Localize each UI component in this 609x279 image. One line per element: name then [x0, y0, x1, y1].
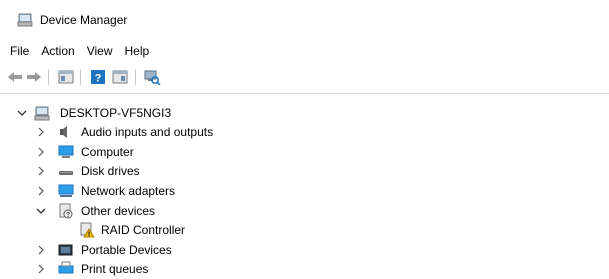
toolbar: ? — [0, 64, 609, 90]
chevron-down-icon[interactable] — [36, 206, 46, 216]
menu-action[interactable]: Action — [35, 40, 80, 62]
help-button[interactable]: ? — [89, 68, 107, 86]
forward-button[interactable] — [25, 68, 43, 86]
tree-item-label: Computer — [81, 145, 134, 159]
tree-item-computer[interactable]: Computer — [0, 143, 609, 162]
chevron-right-icon[interactable] — [36, 127, 46, 137]
tree-root-label: DESKTOP-VF5NGI3 — [60, 106, 172, 120]
back-icon — [8, 72, 22, 82]
chevron-right-icon[interactable] — [36, 166, 46, 176]
device-manager-icon — [17, 13, 33, 27]
tree-item-label: Portable Devices — [81, 243, 172, 257]
svg-text:?: ? — [95, 73, 102, 85]
window-title: Device Manager — [40, 13, 128, 27]
chevron-right-icon[interactable] — [36, 147, 46, 157]
toolbar-separator — [48, 69, 49, 85]
tree-item-audio[interactable]: Audio inputs and outputs — [0, 123, 609, 142]
title-bar: Device Manager — [0, 0, 609, 38]
tree-item-label: Print queues — [81, 262, 149, 276]
tree-item-label: Network adapters — [81, 184, 176, 198]
tree-item-print-queues[interactable]: Print queues — [0, 260, 609, 279]
toolbar-separator — [135, 69, 136, 85]
help-icon: ? — [91, 70, 105, 85]
portable-device-icon — [58, 244, 73, 256]
scan-hardware-button[interactable] — [143, 68, 161, 86]
disk-drive-icon — [59, 171, 73, 175]
device-tree: DESKTOP-VF5NGI3 Audio inputs and outputs… — [0, 93, 609, 276]
tree-item-label: Disk drives — [81, 164, 140, 178]
properties-button[interactable] — [57, 68, 75, 86]
tree-item-portable-devices[interactable]: Portable Devices — [0, 241, 609, 260]
properties-icon — [58, 70, 74, 84]
chevron-right-icon[interactable] — [36, 186, 46, 196]
tree-item-network-adapters[interactable]: Network adapters — [0, 182, 609, 201]
tree-root[interactable]: DESKTOP-VF5NGI3 — [0, 104, 609, 123]
svg-text:?: ? — [66, 212, 70, 219]
show-hidden-button[interactable] — [111, 68, 129, 86]
back-button[interactable] — [6, 68, 24, 86]
scan-hardware-icon — [144, 70, 161, 85]
menu-help[interactable]: Help — [119, 40, 156, 62]
show-hidden-icon — [112, 70, 128, 84]
chevron-down-icon[interactable] — [17, 108, 27, 118]
warning-device-icon — [80, 222, 95, 238]
tree-item-label: Other devices — [81, 204, 156, 218]
chevron-right-icon[interactable] — [36, 245, 46, 255]
menu-view[interactable]: View — [81, 40, 119, 62]
menu-file[interactable]: File — [4, 40, 35, 62]
network-adapter-icon — [58, 184, 74, 197]
tree-item-raid-controller[interactable]: RAID Controller — [0, 221, 609, 240]
tree-item-label: Audio inputs and outputs — [81, 125, 214, 139]
toolbar-separator — [80, 69, 81, 85]
printer-icon — [58, 261, 74, 274]
unknown-device-icon: ? — [59, 203, 73, 219]
speaker-icon — [60, 126, 67, 138]
forward-icon — [27, 72, 41, 82]
menu-bar: File Action View Help — [0, 40, 609, 62]
tree-item-label: RAID Controller — [101, 223, 186, 237]
tree-item-other-devices[interactable]: ? Other devices — [0, 202, 609, 221]
tree-item-disk-drives[interactable]: Disk drives — [0, 162, 609, 181]
computer-desktop-icon — [34, 106, 50, 121]
monitor-icon — [58, 145, 74, 158]
